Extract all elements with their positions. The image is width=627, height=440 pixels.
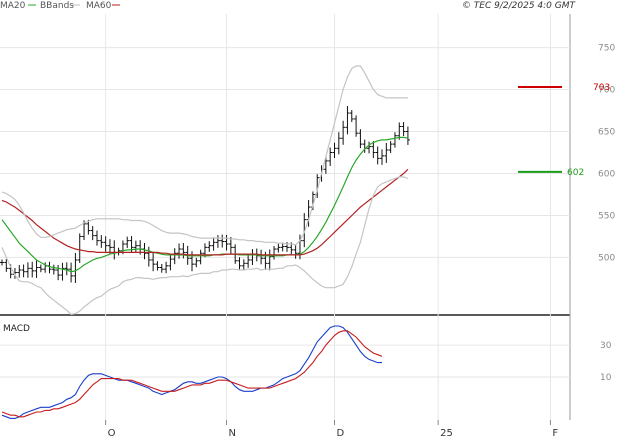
price-tick-label: 650 — [598, 128, 615, 138]
support-level-label: 602 — [567, 168, 584, 178]
legend-ma60: MA60 — [86, 1, 112, 11]
bollinger-upper-line — [1, 65, 408, 246]
macd-tick-label: 10 — [600, 373, 612, 383]
price-tick-label: 550 — [598, 211, 615, 221]
time-tick-label: N — [229, 428, 236, 439]
ma60-line — [1, 168, 409, 256]
time-tick-label: D — [337, 428, 345, 439]
y-tick-labels: 7507006506005505003010 — [598, 44, 615, 383]
legend-ma20: MA20 — [0, 1, 26, 11]
price-tick-label: 500 — [598, 253, 615, 263]
resistance-level-label: 703 — [593, 83, 610, 93]
price-bars — [0, 106, 410, 283]
y-grid — [0, 47, 570, 378]
macd-line — [1, 325, 382, 419]
macd-tick-label: 30 — [600, 341, 612, 351]
x-tick-labels: O N D 25 F — [108, 428, 559, 439]
legend-bbands: BBands — [40, 1, 74, 11]
level-lines: 703 602 — [518, 83, 610, 178]
grid-layer — [0, 14, 571, 420]
time-tick-label: F — [552, 428, 558, 439]
price-tick-label: 750 — [598, 44, 615, 54]
time-tick-label: 25 — [440, 428, 453, 439]
x-grid — [105, 14, 551, 425]
copyright-label: © TEC 9/2/2025 4:0 GMT — [462, 1, 577, 11]
time-tick-label: O — [108, 428, 116, 439]
macd-lines — [1, 325, 383, 419]
legend: MA20 BBands MA60 — [0, 1, 120, 11]
price-tick-label: 600 — [598, 169, 615, 179]
macd-panel-title: MACD — [3, 324, 30, 334]
price-chart[interactable]: 7507006506005505003010 O N D 25 F 703602 MA2… — [0, 0, 627, 440]
